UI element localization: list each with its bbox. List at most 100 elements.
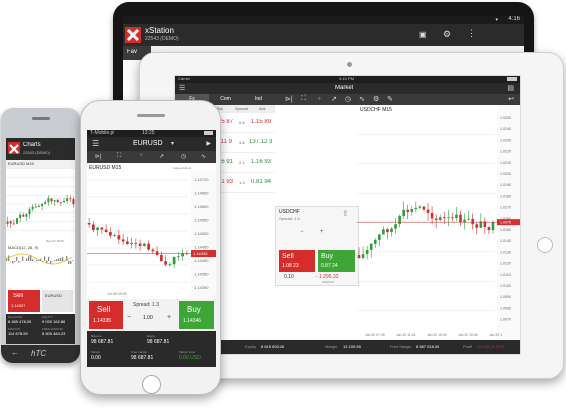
candle-body xyxy=(134,242,138,244)
ipad-sell-button[interactable]: Sell 1.08 23 xyxy=(279,250,315,272)
toolbar-zoom-icon[interactable]: ⛶ xyxy=(301,95,306,103)
stat-label: Balance xyxy=(91,334,102,338)
phone-speaker xyxy=(137,114,165,117)
toolbar-crosshair-icon[interactable]: + xyxy=(139,152,143,159)
candle-body xyxy=(382,229,385,235)
time-tick-label: Jan 20 1 xyxy=(489,333,502,337)
toolbar-back-icon[interactable]: ↩ xyxy=(508,95,514,103)
price-tick-label: 1.0230 xyxy=(500,138,511,142)
tablet-app-header: xStation 22543 (DEMO) ▣ ⚙ ⋮ xyxy=(123,24,524,46)
candle-body xyxy=(69,198,72,200)
toolbar-draw-icon[interactable]: ↗ xyxy=(331,95,337,103)
price-tick-label: 1.0200 xyxy=(500,172,511,176)
ipad-home-button[interactable] xyxy=(537,237,553,253)
candle-body xyxy=(414,207,418,210)
toolbar-indicator-icon[interactable]: ∿ xyxy=(201,153,206,160)
candle-body xyxy=(50,198,53,202)
price-tick-label: 1.0110 xyxy=(500,273,511,277)
iphone-buy-button[interactable]: Buy 1.14346 xyxy=(179,301,214,329)
candle-body xyxy=(410,209,414,212)
candle-body xyxy=(369,243,373,250)
settings-icon[interactable]: ⚙ xyxy=(443,29,451,40)
toolbar-clock-icon[interactable]: ◷ xyxy=(345,95,351,103)
fullscreen-icon[interactable]: ▣ xyxy=(419,30,427,39)
ipad-title: Market xyxy=(335,85,354,91)
toolbar-draw-icon[interactable]: ↗ xyxy=(159,153,164,160)
iphone-home-button[interactable] xyxy=(142,375,161,394)
toolbar-scroll-icon[interactable]: ⊳| xyxy=(285,95,293,103)
macd-bar xyxy=(68,261,70,265)
toolbar-scroll-icon[interactable]: ⊳| xyxy=(95,153,102,160)
candle-body xyxy=(361,254,365,259)
price-tick-label: 1.0250 xyxy=(500,116,511,120)
candle-body xyxy=(426,209,430,213)
tab-ind[interactable]: Ind xyxy=(242,94,275,105)
price-tick-label: 1.0190 xyxy=(500,183,511,187)
toolbar-crosshair-icon[interactable]: + xyxy=(317,94,322,103)
toolbar-settings-icon[interactable]: ⚙ xyxy=(373,95,379,103)
ipad-candlestick-chart: 1.0250 1.0240 1.0230 1.0220 1.0210 1.0200 1.01… xyxy=(357,105,520,340)
volume-minus-button[interactable]: − xyxy=(300,229,304,235)
macd-bar xyxy=(72,260,74,261)
candle-body xyxy=(447,217,450,219)
candle-body xyxy=(386,229,389,233)
htc-symbol-bar: EURUSD M15 xyxy=(6,160,75,169)
volume-minus-button[interactable]: − xyxy=(127,314,131,321)
candle-body xyxy=(147,243,150,250)
candle-body xyxy=(41,204,44,207)
macd-bar xyxy=(56,259,58,261)
price-tick-label: 1.0100 xyxy=(500,284,511,288)
candle-body xyxy=(15,218,18,224)
toolbar-clock-icon[interactable]: ◷ xyxy=(181,153,186,160)
macd-bar xyxy=(70,261,72,264)
candle-body xyxy=(365,249,369,255)
htc-screen: Charts 22543 (DEMO) EURUSD M15 MACD(12, … xyxy=(6,138,75,344)
tab-com[interactable]: Com xyxy=(209,94,242,105)
stat-label: Margin level xyxy=(179,350,196,354)
candle-body xyxy=(113,235,116,236)
candle-body xyxy=(138,243,142,246)
row-ask: 0.81 94 xyxy=(251,179,272,185)
share-icon[interactable]: ⇪ xyxy=(342,209,349,218)
play-icon[interactable]: ▶ xyxy=(206,140,211,147)
candle-body xyxy=(357,255,361,259)
chart-type-icon[interactable]: ▤ xyxy=(507,84,514,92)
menu-icon[interactable]: ☰ xyxy=(92,139,99,148)
iphone-header: ☰ EURUSD ▾ ▶ xyxy=(87,137,216,151)
htc-title: Charts xyxy=(23,142,41,148)
htc-candlestick-chart[interactable] xyxy=(6,169,75,277)
candle-body xyxy=(121,239,125,242)
iphone-chart[interactable]: EURUSD M15 Auto-scroll on 1.14720 1.14650… xyxy=(87,163,216,299)
macd-bar xyxy=(14,261,16,263)
iphone-sell-button[interactable]: Sell 1.14335 xyxy=(89,301,123,329)
stat-value: 98 687.81 xyxy=(91,339,114,345)
chevron-down-icon[interactable]: ▾ xyxy=(171,140,174,147)
equity-value: 8 615 693.26 xyxy=(261,344,285,349)
volume-plus-button[interactable]: + xyxy=(167,314,171,321)
ipad-buy-button[interactable]: Buy 0.87 24 xyxy=(318,250,355,272)
trade-spread: Spread: 1.6 xyxy=(279,216,300,221)
tablet-account: 22543 (DEMO) xyxy=(145,36,179,42)
candle-body xyxy=(177,256,180,258)
menu-icon[interactable]: ☰ xyxy=(179,84,185,92)
candle-body xyxy=(59,202,62,203)
volume-plus-button[interactable]: + xyxy=(320,229,324,235)
htc-sell-button[interactable]: Sell 1.14337 xyxy=(8,290,40,312)
candle-body xyxy=(487,227,491,231)
candle-body xyxy=(475,224,479,228)
htc-instrument: EURUSD xyxy=(45,293,62,298)
candle-body xyxy=(467,218,470,220)
ipad-chart[interactable]: USDCHF M15 1.0250 1.0240 1.0230 1.0220 1.021… xyxy=(357,105,520,340)
back-icon[interactable]: ← xyxy=(11,348,19,357)
htc-brand: hTC xyxy=(31,349,47,358)
candle-body xyxy=(390,228,393,233)
toolbar-indicator-icon[interactable]: ∿ xyxy=(359,95,365,103)
toolbar-zoom-icon[interactable]: ⛶ xyxy=(117,153,121,160)
more-menu-icon[interactable]: ⋮ xyxy=(467,28,476,39)
xstation-logo-icon xyxy=(8,142,20,154)
toolbar-pen-icon[interactable]: ✎ xyxy=(387,95,393,103)
price-tick-label: 1.0210 xyxy=(500,161,511,165)
candle-body xyxy=(394,224,397,229)
candle-body xyxy=(434,218,438,221)
stat-value: 8 905 484.23 xyxy=(42,331,66,336)
